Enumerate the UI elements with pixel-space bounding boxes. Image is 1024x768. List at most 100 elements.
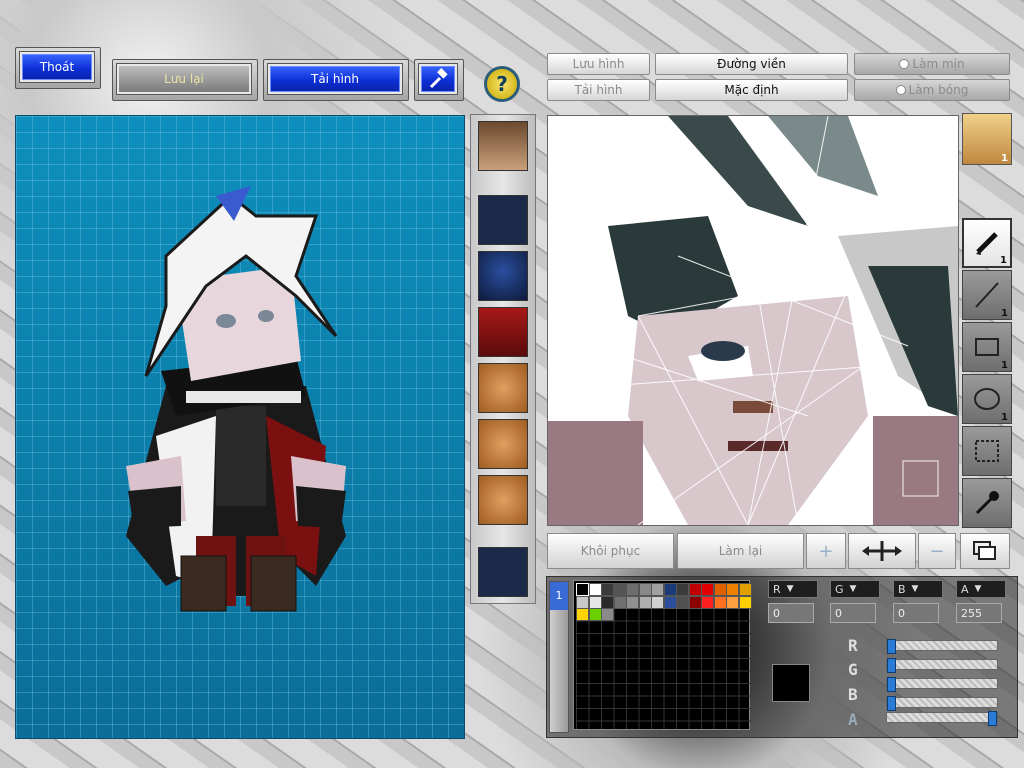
- rectangle-tool-button[interactable]: 1: [962, 322, 1012, 372]
- green-slider-knob[interactable]: [887, 677, 896, 692]
- color-swatch[interactable]: [576, 608, 589, 621]
- alpha-value-input[interactable]: 255: [956, 603, 1002, 623]
- red-slider-label: R: [848, 636, 858, 655]
- alpha-channel-tag[interactable]: A ▼: [956, 580, 1006, 598]
- blue-slider-knob[interactable]: [887, 696, 896, 711]
- save-image-button[interactable]: Lưu hình: [547, 53, 650, 75]
- color-swatch[interactable]: [663, 595, 677, 609]
- exit-button[interactable]: Thoát: [19, 51, 95, 83]
- character-preview-area[interactable]: [15, 115, 465, 739]
- color-swatch[interactable]: [663, 583, 677, 596]
- red-slider[interactable]: [886, 639, 998, 654]
- eyedropper-tool-button[interactable]: [962, 478, 1012, 528]
- color-swatch[interactable]: [638, 595, 652, 609]
- color-swatch[interactable]: [638, 583, 652, 596]
- color-swatch[interactable]: [601, 583, 614, 596]
- move-button[interactable]: [848, 533, 916, 569]
- alpha-slider-knob[interactable]: [988, 711, 997, 726]
- green-slider-upper[interactable]: [886, 658, 998, 673]
- green-slider-label: G: [848, 660, 858, 679]
- smooth-radio[interactable]: [899, 59, 910, 69]
- color-swatch[interactable]: [601, 608, 614, 621]
- red-value-input[interactable]: 0: [768, 603, 814, 623]
- green-channel-tag[interactable]: G ▼: [830, 580, 880, 598]
- ellipse-tool-button[interactable]: 1: [962, 374, 1012, 424]
- layer-button[interactable]: [960, 533, 1010, 569]
- color-swatch[interactable]: [588, 595, 602, 609]
- marquee-select-icon: [975, 440, 999, 462]
- pen-tool-button[interactable]: 1: [962, 218, 1012, 268]
- help-button[interactable]: ?: [484, 66, 520, 102]
- part-slot-face-plain[interactable]: [478, 419, 528, 469]
- blue-value-input[interactable]: 0: [893, 603, 939, 623]
- part-slot-empty[interactable]: [478, 195, 528, 245]
- red-channel-tag[interactable]: R ▼: [768, 580, 818, 598]
- alpha-slider[interactable]: [886, 711, 998, 726]
- part-slot-helmet[interactable]: [478, 251, 528, 301]
- palette-tab-1[interactable]: 1: [550, 582, 568, 610]
- color-swatch[interactable]: [613, 595, 627, 609]
- color-swatch[interactable]: [738, 583, 752, 596]
- plus-icon: +: [818, 540, 834, 562]
- color-swatch[interactable]: [588, 608, 602, 621]
- blue-slider[interactable]: [886, 696, 998, 711]
- color-swatch[interactable]: [713, 583, 727, 596]
- palette-tabs[interactable]: 1: [549, 581, 569, 733]
- shade-radio[interactable]: [895, 85, 906, 95]
- zoom-out-button[interactable]: −: [918, 533, 956, 569]
- color-swatch[interactable]: [713, 595, 727, 609]
- blue-slider-label: B: [848, 685, 858, 704]
- eyedropper-icon: [975, 491, 999, 515]
- hammer-button[interactable]: [418, 63, 458, 95]
- color-swatch[interactable]: [738, 595, 752, 609]
- restore-button[interactable]: Khôi phục: [547, 533, 674, 569]
- smooth-option[interactable]: Làm mịn: [854, 53, 1010, 75]
- layers-icon: [973, 541, 996, 560]
- rectangle-icon: [975, 338, 999, 356]
- color-swatch[interactable]: [601, 595, 614, 609]
- color-swatch[interactable]: [626, 583, 639, 596]
- color-swatch[interactable]: [651, 583, 664, 596]
- shade-option[interactable]: Làm bóng: [854, 79, 1010, 101]
- save-button[interactable]: Lưu lại: [116, 63, 252, 95]
- color-swatch[interactable]: [701, 595, 714, 609]
- color-swatch[interactable]: [688, 595, 702, 609]
- chevron-down-icon: ▼: [786, 584, 794, 594]
- part-slot-empty-2[interactable]: [478, 547, 528, 597]
- load-image-small-button[interactable]: Tải hình: [547, 79, 650, 101]
- redo-button[interactable]: Làm lại: [677, 533, 804, 569]
- part-slot-face-brawler[interactable]: [478, 121, 528, 171]
- avatar-badge[interactable]: 1: [962, 113, 1012, 165]
- select-tool-button[interactable]: [962, 426, 1012, 476]
- color-swatch[interactable]: [576, 595, 589, 609]
- color-swatch[interactable]: [701, 583, 714, 596]
- outline-button[interactable]: Đường viền: [655, 53, 848, 75]
- color-swatch[interactable]: [676, 583, 689, 596]
- blue-channel-tag[interactable]: B ▼: [893, 580, 943, 598]
- pixel-edit-canvas[interactable]: [547, 115, 959, 526]
- color-swatch[interactable]: [576, 583, 589, 596]
- color-swatch[interactable]: [588, 583, 602, 596]
- green-slider[interactable]: [886, 677, 998, 692]
- palette-grid[interactable]: [573, 580, 752, 730]
- color-swatch[interactable]: [651, 595, 664, 609]
- chevron-down-icon: ▼: [974, 584, 982, 594]
- green-slider-upper-knob[interactable]: [887, 658, 896, 673]
- red-slider-knob[interactable]: [887, 639, 896, 654]
- part-slot-face-plain-2[interactable]: [478, 475, 528, 525]
- part-slot-armor[interactable]: [478, 307, 528, 357]
- alpha-slider-label: A: [848, 710, 858, 729]
- green-value-input[interactable]: 0: [830, 603, 876, 623]
- color-swatch[interactable]: [726, 583, 739, 596]
- move-arrows-icon: [862, 541, 902, 561]
- default-button[interactable]: Mặc định: [655, 79, 848, 101]
- color-swatch[interactable]: [688, 583, 702, 596]
- color-swatch[interactable]: [613, 583, 627, 596]
- line-tool-button[interactable]: 1: [962, 270, 1012, 320]
- color-swatch[interactable]: [676, 595, 689, 609]
- part-slot-face-angry[interactable]: [478, 363, 528, 413]
- zoom-in-button[interactable]: +: [806, 533, 846, 569]
- color-swatch[interactable]: [726, 595, 739, 609]
- color-swatch[interactable]: [626, 595, 639, 609]
- load-image-button[interactable]: Tải hình: [267, 63, 403, 95]
